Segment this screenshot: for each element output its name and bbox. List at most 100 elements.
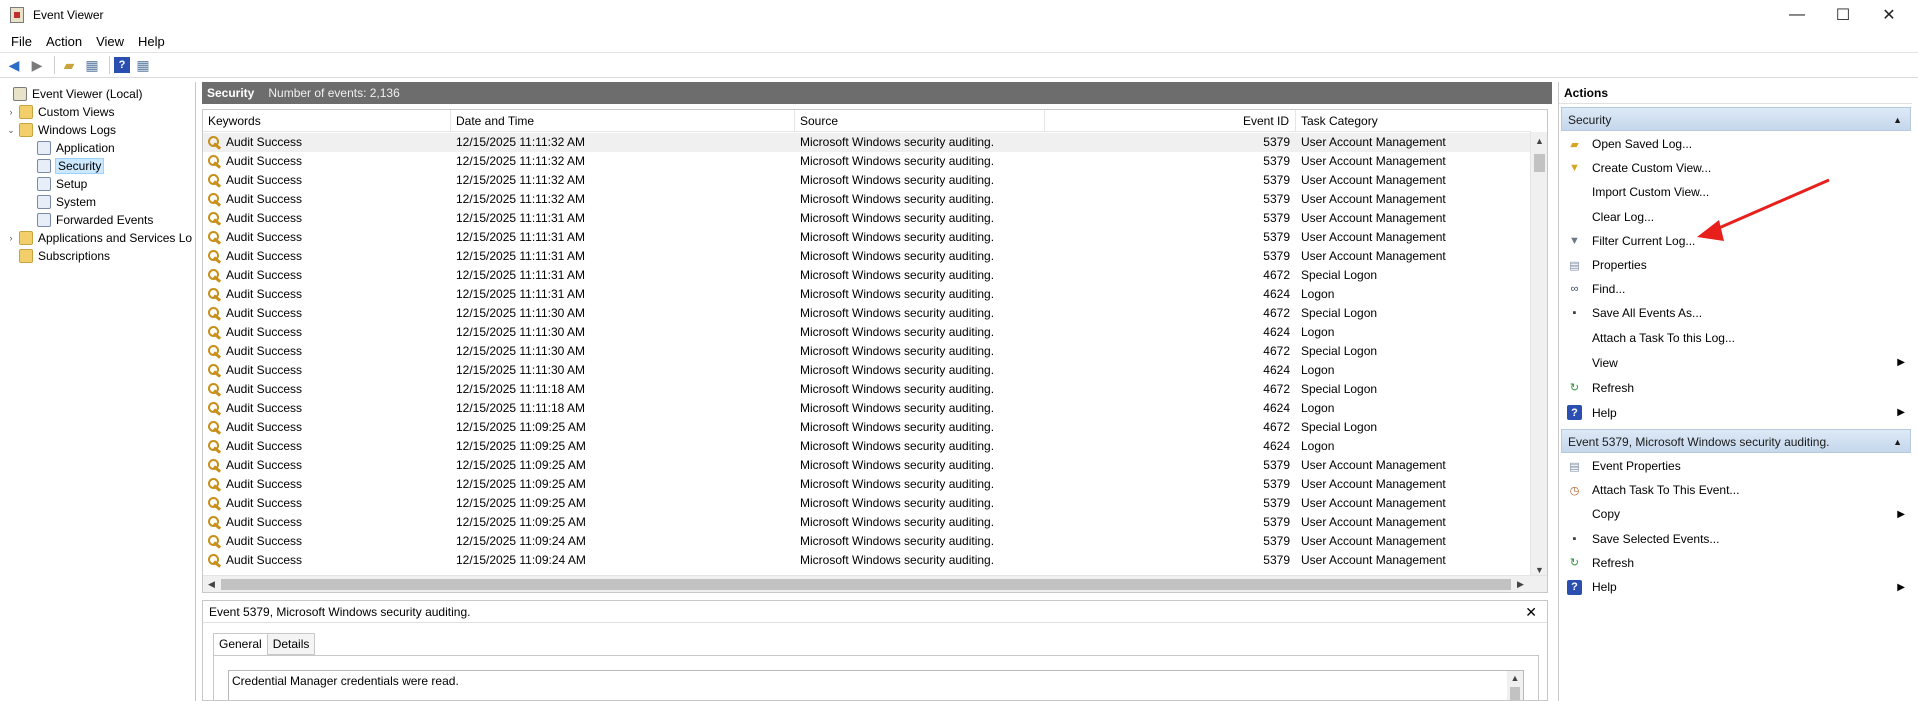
event-row[interactable]: Audit Success 12/15/2025 11:09:24 AM Micro…	[203, 551, 1531, 570]
grid-horizontal-scrollbar[interactable]: ◀ ▶	[203, 575, 1547, 592]
tree-system[interactable]: System	[34, 193, 96, 211]
event-row[interactable]: Audit Success 12/15/2025 11:11:32 AM Micro…	[203, 152, 1531, 171]
action-refresh[interactable]: ↻ Refresh	[1561, 377, 1911, 399]
tab-general[interactable]: General	[213, 633, 268, 656]
scroll-up-arrow-icon[interactable]: ▲	[1507, 671, 1523, 685]
event-row[interactable]: Audit Success 12/15/2025 11:11:30 AM Micro…	[203, 323, 1531, 342]
event-row[interactable]: Audit Success 12/15/2025 11:09:25 AM Micro…	[203, 494, 1531, 513]
action-attach-task-to-this-event[interactable]: ◷ Attach Task To This Event...	[1561, 479, 1911, 501]
action-help[interactable]: ? Help ▶	[1561, 576, 1911, 598]
tree-subscriptions[interactable]: Subscriptions	[6, 247, 110, 265]
scroll-right-arrow-icon[interactable]: ▶	[1512, 576, 1529, 592]
source-cell: Microsoft Windows security auditing.	[800, 420, 995, 434]
action-copy[interactable]: Copy ▶	[1561, 503, 1911, 525]
action-clear-log[interactable]: Clear Log...	[1561, 206, 1911, 228]
menu-help[interactable]: Help	[131, 34, 172, 49]
tree-forwarded-events[interactable]: Forwarded Events	[34, 211, 153, 229]
tree-application[interactable]: Application	[34, 139, 115, 157]
event-row[interactable]: Audit Success 12/15/2025 11:11:31 AM Micro…	[203, 247, 1531, 266]
back-arrow-icon[interactable]: ◀	[4, 55, 24, 75]
show-hide-tree-icon[interactable]: ▦	[82, 55, 102, 75]
event-row[interactable]: Audit Success 12/15/2025 11:11:32 AM Micro…	[203, 133, 1531, 152]
expanded-chevron-icon[interactable]: ⌄	[6, 125, 16, 136]
action-help[interactable]: ? Help ▶	[1561, 402, 1911, 424]
actions-section-security[interactable]: Security ▲	[1561, 107, 1911, 131]
column-keywords[interactable]: Keywords	[203, 110, 451, 132]
column-date-time[interactable]: Date and Time	[451, 110, 795, 132]
description-scroll-thumb[interactable]	[1510, 687, 1520, 700]
event-row[interactable]: Audit Success 12/15/2025 11:11:31 AM Micro…	[203, 266, 1531, 285]
audit-success-key-icon	[208, 364, 222, 377]
date-time-cell: 12/15/2025 11:09:25 AM	[456, 439, 586, 453]
tree-setup[interactable]: Setup	[34, 175, 87, 193]
event-row[interactable]: Audit Success 12/15/2025 11:11:30 AM Micro…	[203, 342, 1531, 361]
grid-vertical-scrollbar[interactable]: ▲ ▼	[1530, 132, 1547, 578]
menu-file[interactable]: File	[4, 34, 39, 49]
open-log-icon: ▰	[1570, 138, 1579, 151]
event-row[interactable]: Audit Success 12/15/2025 11:11:31 AM Micro…	[203, 228, 1531, 247]
action-import-custom-view[interactable]: Import Custom View...	[1561, 181, 1911, 203]
tree-event-viewer-local[interactable]: Event Viewer (Local)	[0, 85, 143, 103]
event-description[interactable]: Credential Manager credentials were read…	[228, 670, 1524, 700]
event-row[interactable]: Audit Success 12/15/2025 11:11:31 AM Micro…	[203, 285, 1531, 304]
column-event-id[interactable]: Event ID	[1045, 110, 1296, 132]
action-filter-current-log[interactable]: ▼ Filter Current Log...	[1561, 230, 1911, 252]
event-id-cell: 5379	[1263, 192, 1290, 206]
keywords-cell: Audit Success	[226, 382, 303, 396]
menu-view[interactable]: View	[89, 34, 131, 49]
column-task-category[interactable]: Task Category	[1296, 110, 1531, 132]
action-attach-a-task-to-this-log[interactable]: Attach a Task To this Log...	[1561, 327, 1911, 349]
help-icon[interactable]: ?	[114, 57, 130, 73]
show-hide-action-pane-icon[interactable]: ▦	[133, 55, 153, 75]
action-refresh[interactable]: ↻ Refresh	[1561, 552, 1911, 574]
collapsed-chevron-icon[interactable]: ›	[6, 233, 16, 243]
action-view[interactable]: View ▶	[1561, 352, 1911, 374]
action-create-custom-view[interactable]: ▼ Create Custom View...	[1561, 157, 1911, 179]
scroll-left-arrow-icon[interactable]: ◀	[203, 576, 220, 592]
tree-windows-logs[interactable]: ⌄ Windows Logs	[6, 121, 116, 139]
task-category-cell: Logon	[1301, 325, 1335, 339]
menu-action[interactable]: Action	[39, 34, 89, 49]
actions-section-event[interactable]: Event 5379, Microsoft Windows security a…	[1561, 429, 1911, 453]
action-find[interactable]: ∞ Find...	[1561, 278, 1911, 300]
action-properties[interactable]: ▤ Properties	[1561, 254, 1911, 276]
tree-custom-views[interactable]: › Custom Views	[6, 103, 114, 121]
event-row[interactable]: Audit Success 12/15/2025 11:11:30 AM Micro…	[203, 361, 1531, 380]
event-row[interactable]: Audit Success 12/15/2025 11:11:18 AM Micro…	[203, 380, 1531, 399]
collapsed-chevron-icon[interactable]: ›	[6, 107, 16, 117]
tree-applications-services[interactable]: › Applications and Services Lo	[6, 229, 192, 247]
action-open-saved-log[interactable]: ▰ Open Saved Log...	[1561, 133, 1911, 155]
event-row[interactable]: Audit Success 12/15/2025 11:11:30 AM Micro…	[203, 304, 1531, 323]
maximize-button[interactable]: ☐	[1820, 0, 1866, 29]
event-row[interactable]: Audit Success 12/15/2025 11:11:31 AM Micro…	[203, 209, 1531, 228]
action-save-selected-events[interactable]: ▪ Save Selected Events...	[1561, 528, 1911, 550]
collapse-caret-icon[interactable]: ▲	[1893, 430, 1902, 454]
close-button[interactable]: ✕	[1866, 0, 1912, 29]
minimize-button[interactable]: —	[1774, 0, 1820, 29]
action-event-properties[interactable]: ▤ Event Properties	[1561, 455, 1911, 477]
vertical-scroll-thumb[interactable]	[1534, 154, 1545, 172]
event-detail-pane: Event 5379, Microsoft Windows security a…	[202, 600, 1548, 701]
description-scrollbar[interactable]: ▲	[1507, 671, 1523, 700]
event-row[interactable]: Audit Success 12/15/2025 11:11:32 AM Micro…	[203, 190, 1531, 209]
event-row[interactable]: Audit Success 12/15/2025 11:11:18 AM Micro…	[203, 399, 1531, 418]
event-row[interactable]: Audit Success 12/15/2025 11:09:25 AM Micro…	[203, 418, 1531, 437]
source-cell: Microsoft Windows security auditing.	[800, 382, 995, 396]
log-icon	[37, 177, 51, 191]
tree-security[interactable]: Security	[34, 157, 105, 175]
scroll-up-arrow-icon[interactable]: ▲	[1531, 132, 1547, 149]
close-detail-icon[interactable]: ✕	[1525, 601, 1537, 623]
event-row[interactable]: Audit Success 12/15/2025 11:09:25 AM Micro…	[203, 513, 1531, 532]
event-row[interactable]: Audit Success 12/15/2025 11:09:25 AM Micro…	[203, 475, 1531, 494]
forward-arrow-icon[interactable]: ▶	[27, 55, 47, 75]
collapse-caret-icon[interactable]: ▲	[1893, 108, 1902, 132]
tab-details[interactable]: Details	[266, 633, 316, 655]
event-row[interactable]: Audit Success 12/15/2025 11:11:32 AM Micro…	[203, 171, 1531, 190]
column-source[interactable]: Source	[795, 110, 1045, 132]
action-save-all-events-as[interactable]: ▪ Save All Events As...	[1561, 302, 1911, 324]
event-row[interactable]: Audit Success 12/15/2025 11:09:24 AM Micro…	[203, 532, 1531, 551]
event-row[interactable]: Audit Success 12/15/2025 11:09:25 AM Micro…	[203, 456, 1531, 475]
event-row[interactable]: Audit Success 12/15/2025 11:09:25 AM Micro…	[203, 437, 1531, 456]
up-folder-icon[interactable]: ▰	[59, 55, 79, 75]
horizontal-scroll-thumb[interactable]	[221, 579, 1511, 590]
